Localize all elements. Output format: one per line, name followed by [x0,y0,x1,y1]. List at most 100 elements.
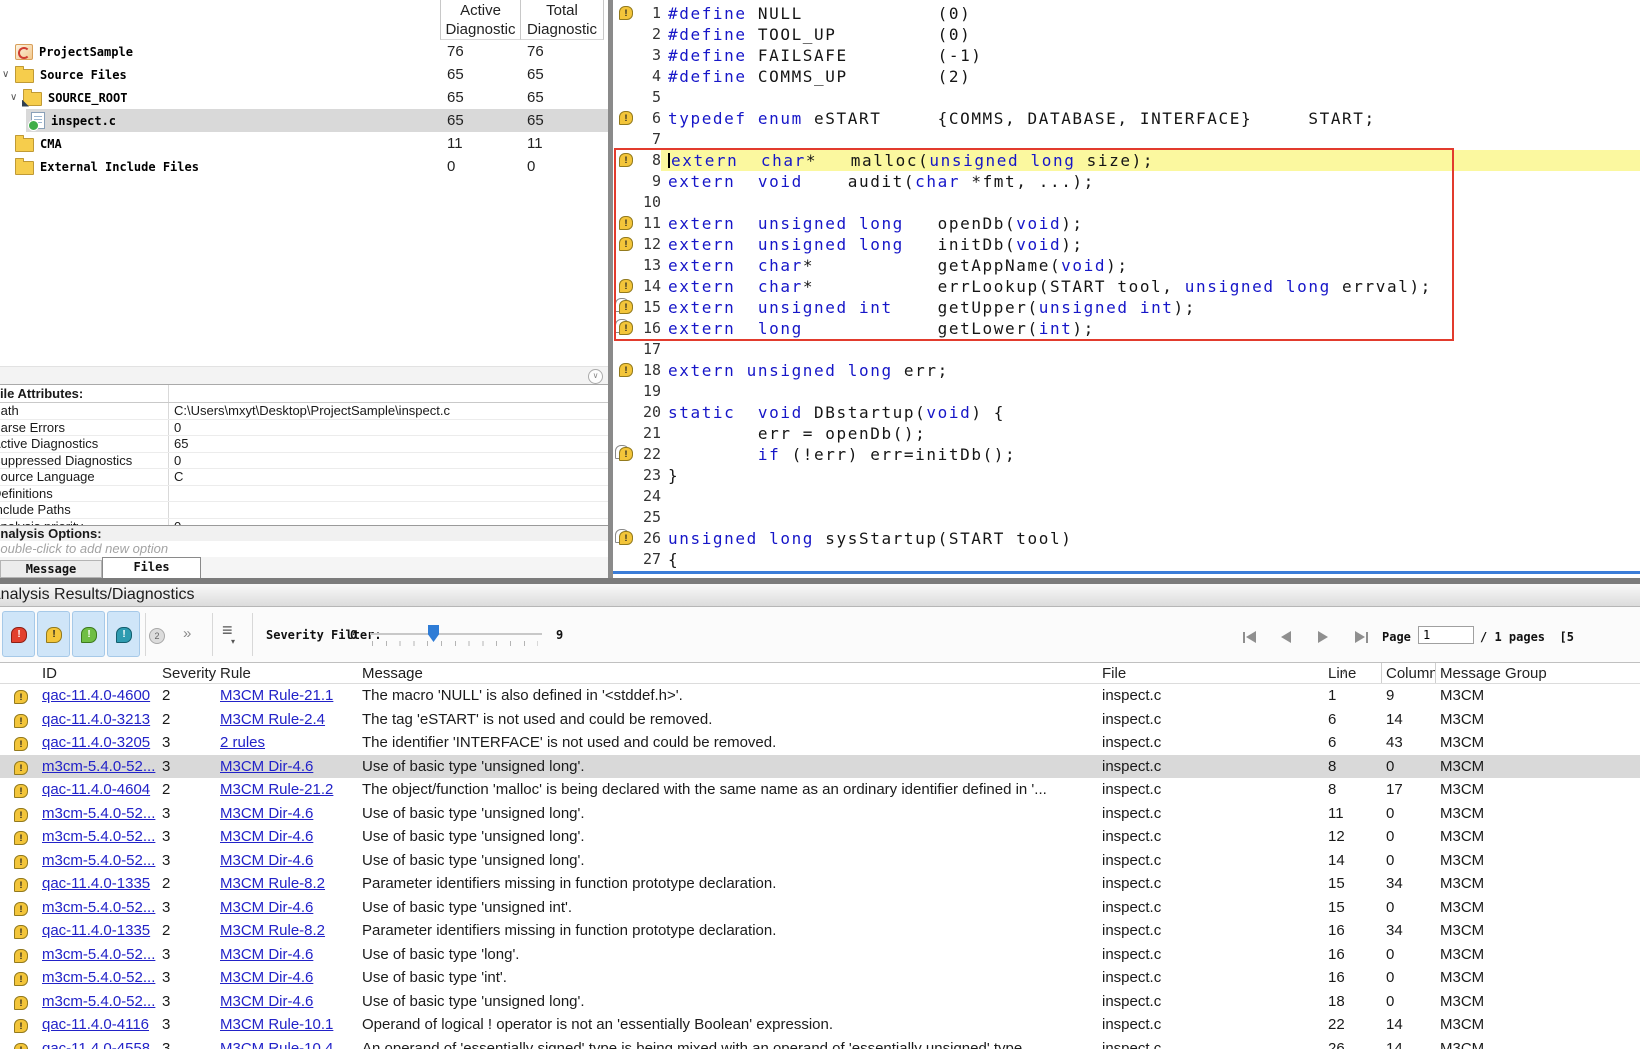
diagnostic-id-link[interactable]: qac-11.4.0-4600 [42,687,150,704]
column-header-total-diagnostic[interactable]: Total Diagnostic [521,0,604,40]
header-message-group[interactable]: Message Group [1436,663,1640,683]
rule-link[interactable]: M3CM Rule-2.4 [220,711,325,728]
rule-link[interactable]: 2 rules [220,734,265,751]
code-line[interactable]: 7 [613,129,1640,150]
diagnostic-id-link[interactable]: m3cm-5.4.0-52... [42,969,155,986]
last-page-button[interactable] [1355,631,1368,643]
warning-icon[interactable]: ! [619,237,633,251]
suppressed-level-icon[interactable]: 2 [149,628,165,644]
diagnostic-id-link[interactable]: qac-11.4.0-4558 [42,1040,150,1049]
filter-level-error-button[interactable]: ! [2,611,35,657]
menu-icon[interactable]: ≡▾ [222,620,235,646]
diagnostic-id-link[interactable]: qac-11.4.0-4604 [42,781,150,798]
tab-files[interactable]: Files [102,557,201,578]
result-row[interactable]: !qac-11.4.0-46002M3CM Rule-21.1The macro… [0,684,1640,708]
slider-handle[interactable] [428,625,439,642]
warning-icon[interactable]: ! [619,321,633,335]
tab-message-levels[interactable]: Message Levels [0,560,102,578]
header-column[interactable]: Column [1382,663,1436,683]
warning-icon[interactable]: ! [619,153,633,167]
diagnostic-id-link[interactable]: m3cm-5.4.0-52... [42,899,155,916]
rule-link[interactable]: M3CM Dir-4.6 [220,758,313,775]
code-line[interactable]: !1#define NULL (0) [613,3,1640,24]
filter-level-info-button[interactable]: ! [72,611,105,657]
code-line[interactable]: !26unsigned long sysStartup(START tool) [613,528,1640,549]
rule-link[interactable]: M3CM Rule-8.2 [220,875,325,892]
code-line[interactable]: !18extern unsigned long err; [613,360,1640,381]
result-row[interactable]: !qac-11.4.0-45583M3CM Rule-10.4An operan… [0,1037,1640,1049]
rule-link[interactable]: M3CM Dir-4.6 [220,899,313,916]
rule-link[interactable]: M3CM Dir-4.6 [220,852,313,869]
slider-track[interactable] [370,633,542,635]
code-line[interactable]: !14extern char* errLookup(START tool, un… [613,276,1640,297]
attribute-value[interactable] [169,502,608,518]
header-message[interactable]: Message [358,663,1098,683]
code-line[interactable]: 21 err = openDb(); [613,423,1640,444]
diagnostic-id-link[interactable]: qac-11.4.0-3213 [42,711,150,728]
result-row[interactable]: !m3cm-5.4.0-52...3M3CM Dir-4.6Use of bas… [0,990,1640,1014]
result-row[interactable]: !m3cm-5.4.0-52...3M3CM Dir-4.6Use of bas… [0,896,1640,920]
header-line[interactable]: Line∧ [1324,663,1382,683]
page-number-input[interactable] [1418,626,1474,644]
filter-level-warning-button[interactable]: ! [37,611,70,657]
tree-node[interactable]: External Include Files00 [0,155,608,178]
diagnostic-id-link[interactable]: qac-11.4.0-1335 [42,922,150,939]
header-rule[interactable]: Rule [216,663,358,683]
collapse-panel-icon[interactable]: ∨ [588,369,603,384]
code-line[interactable]: 23} [613,465,1640,486]
result-row[interactable]: !qac-11.4.0-13352M3CM Rule-8.2Parameter … [0,872,1640,896]
tree-node[interactable]: ∨SOURCE_ROOT6565 [0,86,608,109]
result-row[interactable]: !m3cm-5.4.0-52...3M3CM Dir-4.6Use of bas… [0,802,1640,826]
code-line[interactable]: !11extern unsigned long openDb(void); [613,213,1640,234]
rule-link[interactable]: M3CM Dir-4.6 [220,993,313,1010]
diagnostic-id-link[interactable]: m3cm-5.4.0-52... [42,946,155,963]
code-line[interactable]: !22 if (!err) err=initDb(); [613,444,1640,465]
result-row[interactable]: !qac-11.4.0-13352M3CM Rule-8.2Parameter … [0,919,1640,943]
rule-link[interactable]: M3CM Rule-21.2 [220,781,333,798]
rule-link[interactable]: M3CM Dir-4.6 [220,805,313,822]
diagnostic-id-link[interactable]: m3cm-5.4.0-52... [42,852,155,869]
column-header-active-diagnostic[interactable]: Active Diagnostic [440,0,521,40]
result-row[interactable]: !qac-11.4.0-41163M3CM Rule-10.1Operand o… [0,1013,1640,1037]
next-page-button[interactable] [1318,631,1328,643]
warning-icon[interactable]: ! [619,216,633,230]
code-line[interactable]: 25 [613,507,1640,528]
result-row[interactable]: !qac-11.4.0-320532 rulesThe identifier '… [0,731,1640,755]
previous-page-button[interactable] [1281,631,1291,643]
attribute-value[interactable] [169,486,608,502]
code-line[interactable]: 19 [613,381,1640,402]
rule-link[interactable]: M3CM Dir-4.6 [220,828,313,845]
rule-link[interactable]: M3CM Rule-21.1 [220,687,333,704]
rule-link[interactable]: M3CM Dir-4.6 [220,946,313,963]
diagnostic-id-link[interactable]: m3cm-5.4.0-52... [42,828,155,845]
tree-node[interactable]: ProjectSample7676 [0,40,608,63]
warning-icon[interactable]: ! [619,279,633,293]
add-option-placeholder[interactable]: Double-click to add new option [0,541,608,558]
result-row[interactable]: !m3cm-5.4.0-52...3M3CM Dir-4.6Use of bas… [0,755,1640,779]
warning-icon[interactable]: ! [619,300,633,314]
warning-icon[interactable]: ! [619,6,633,20]
header-file[interactable]: File [1098,663,1324,683]
tree-node[interactable]: ∨Source Files6565 [0,63,608,86]
rule-link[interactable]: M3CM Rule-10.4 [220,1040,333,1049]
rule-link[interactable]: M3CM Dir-4.6 [220,969,313,986]
code-line[interactable]: 9extern void audit(char *fmt, ...); [613,171,1640,192]
warning-icon[interactable]: ! [619,531,633,545]
attribute-value[interactable]: C:\Users\mxyt\Desktop\ProjectSample\insp… [169,403,608,419]
code-line[interactable]: 24 [613,486,1640,507]
code-line[interactable]: 3#define FAILSAFE (-1) [613,45,1640,66]
code-line[interactable]: 17 [613,339,1640,360]
result-row[interactable]: !m3cm-5.4.0-52...3M3CM Dir-4.6Use of bas… [0,849,1640,873]
header-id[interactable]: ID [38,663,158,683]
expand-arrow-icon[interactable]: ∨ [10,92,23,103]
result-row[interactable]: !m3cm-5.4.0-52...3M3CM Dir-4.6Use of bas… [0,966,1640,990]
result-row[interactable]: !qac-11.4.0-32132M3CM Rule-2.4The tag 'e… [0,708,1640,732]
code-line[interactable]: !6typedef enum eSTART {COMMS, DATABASE, … [613,108,1640,129]
diagnostic-id-link[interactable]: m3cm-5.4.0-52... [42,993,155,1010]
code-line[interactable]: !16extern long getLower(int); [613,318,1640,339]
code-line[interactable]: 27{ [613,549,1640,570]
code-line[interactable]: !15extern unsigned int getUpper(unsigned… [613,297,1640,318]
attribute-value[interactable]: 65 [169,436,608,452]
code-line[interactable]: 4#define COMMS_UP (2) [613,66,1640,87]
diagnostic-id-link[interactable]: qac-11.4.0-3205 [42,734,150,751]
